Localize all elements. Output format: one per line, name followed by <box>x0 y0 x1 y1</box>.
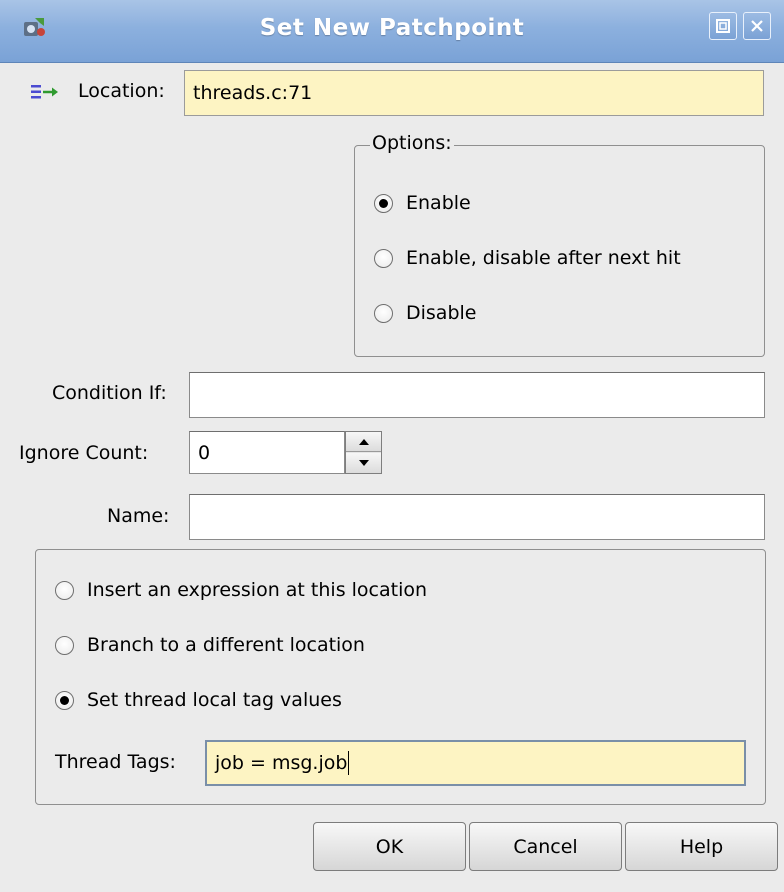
ignore-count-label: Ignore Count: <box>19 442 149 464</box>
thread-tags-label: Thread Tags: <box>55 751 176 773</box>
radio-selected-icon <box>55 690 74 710</box>
patchpoint-dialog: Set New Patchpoint Location: threads.c:7… <box>0 0 784 892</box>
stepper-up-button[interactable] <box>346 432 381 452</box>
radio-unselected-icon <box>55 635 74 655</box>
location-arrow-icon <box>31 82 63 107</box>
help-button[interactable]: Help <box>625 822 778 871</box>
ignore-count-stepper[interactable] <box>345 431 382 474</box>
condition-input[interactable] <box>189 372 765 418</box>
option-enable-disable-label: Enable, disable after next hit <box>406 247 681 269</box>
option-enable-label: Enable <box>406 192 471 214</box>
ok-button[interactable]: OK <box>313 822 466 871</box>
radio-unselected-icon <box>55 580 74 600</box>
action-branch-label: Branch to a different location <box>87 634 365 656</box>
action-set-thread-tags-label: Set thread local tag values <box>87 689 342 711</box>
title-bar[interactable]: Set New Patchpoint <box>0 0 784 63</box>
close-icon <box>751 20 763 32</box>
option-enable-radio[interactable]: Enable <box>374 192 471 214</box>
option-disable-label: Disable <box>406 302 477 324</box>
name-input[interactable] <box>189 494 765 540</box>
window-title: Set New Patchpoint <box>259 15 525 41</box>
location-label: Location: <box>78 80 165 102</box>
ignore-count-input[interactable]: 0 <box>189 431 345 474</box>
maximize-icon <box>716 19 730 33</box>
location-value: threads.c:71 <box>193 82 313 104</box>
action-insert-expression-radio[interactable]: Insert an expression at this location <box>55 579 427 601</box>
option-enable-disable-after-hit-radio[interactable]: Enable, disable after next hit <box>374 247 681 269</box>
condition-label: Condition If: <box>52 382 167 404</box>
action-set-thread-tags-radio[interactable]: Set thread local tag values <box>55 689 342 711</box>
arrow-down-icon <box>358 460 369 466</box>
radio-unselected-icon <box>374 248 393 268</box>
arrow-up-icon <box>358 438 369 445</box>
radio-unselected-icon <box>374 303 393 323</box>
cancel-button[interactable]: Cancel <box>469 822 622 871</box>
option-disable-radio[interactable]: Disable <box>374 302 476 324</box>
location-input[interactable]: threads.c:71 <box>184 70 764 116</box>
text-caret <box>348 751 350 775</box>
close-button[interactable] <box>743 12 771 40</box>
name-label: Name: <box>107 505 170 527</box>
action-insert-expression-label: Insert an expression at this location <box>87 579 428 601</box>
maximize-button[interactable] <box>709 12 737 40</box>
radio-selected-icon <box>374 193 393 213</box>
options-group-title: Options: <box>370 132 454 154</box>
stepper-down-button[interactable] <box>346 453 381 473</box>
action-branch-radio[interactable]: Branch to a different location <box>55 634 365 656</box>
thread-tags-input[interactable]: job = msg.job <box>205 740 746 786</box>
ignore-count-value: 0 <box>198 441 211 464</box>
thread-tags-value: job = msg.job <box>215 752 348 774</box>
